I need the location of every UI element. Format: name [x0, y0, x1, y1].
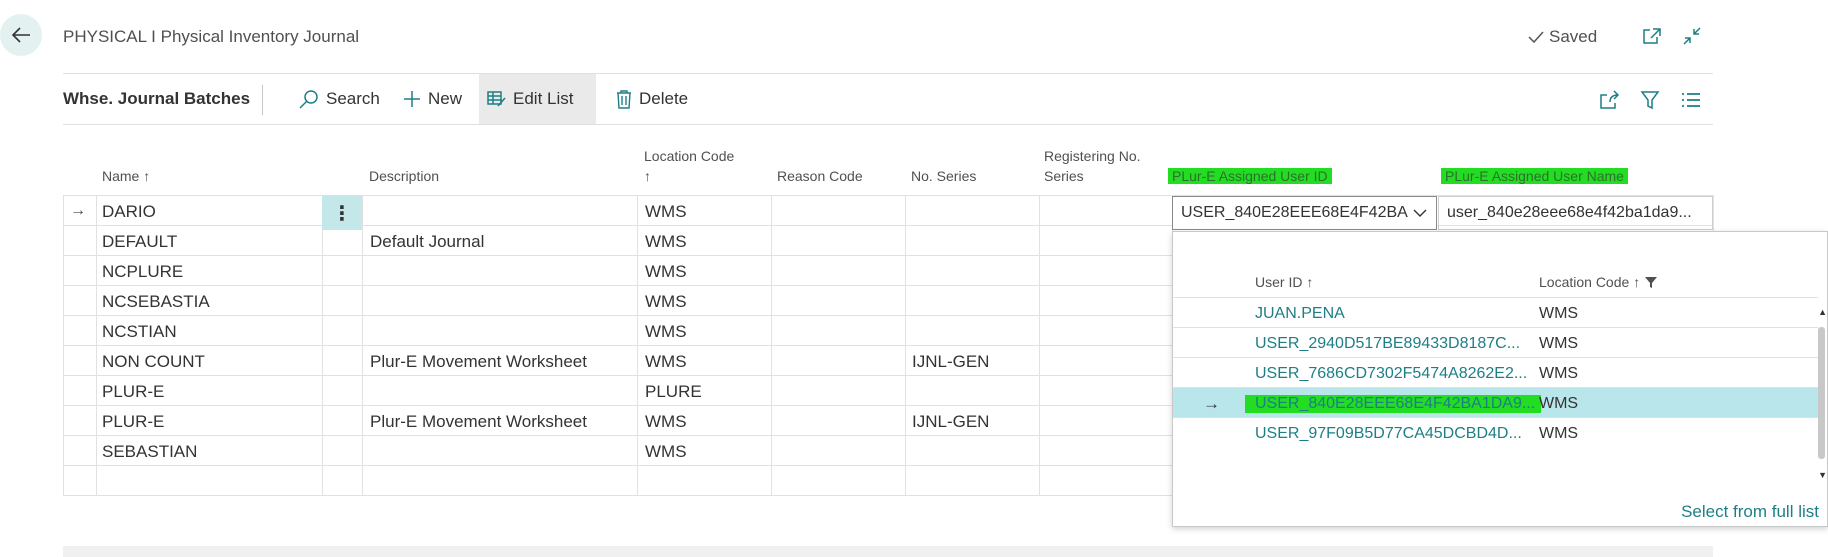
dropdown-list-item[interactable]: USER_97F09B5D77CA45DCBD4D... WMS	[1173, 417, 1818, 447]
dropdown-list-item[interactable]: USER_2940D517BE89433D8187C... WMS	[1173, 327, 1818, 357]
cell-name[interactable]: NCSTIAN	[102, 322, 177, 342]
back-button[interactable]	[0, 14, 42, 56]
cell-name[interactable]: PLUR-E	[102, 412, 164, 432]
cell-description: Plur-E Movement Worksheet	[370, 352, 587, 371]
dropdown-user-id-link[interactable]: JUAN.PENA	[1255, 305, 1345, 323]
dd-col-header-location-code[interactable]: Location Code ↑	[1539, 274, 1658, 290]
assigned-user-name-value: user_840e28eee68e4f42ba1da9...	[1447, 204, 1692, 221]
plus-icon	[404, 91, 420, 107]
edit-list-label: Edit List	[513, 89, 574, 108]
search-label: Search	[326, 89, 380, 108]
assigned-user-id-field[interactable]: USER_840E28EEE68E4F42BA	[1172, 196, 1437, 230]
dropdown-user-id-link[interactable]: USER_7686CD7302F5474A8262E2...	[1255, 365, 1527, 383]
cell-location: WMS	[645, 292, 687, 311]
horizontal-scrollbar[interactable]	[63, 546, 1713, 557]
dropdown-list-item[interactable]: USER_7686CD7302F5474A8262E2... WMS	[1173, 357, 1818, 387]
dropdown-location-code: WMS	[1539, 305, 1579, 322]
assigned-user-id-value: USER_840E28EEE68E4F42BA	[1181, 204, 1408, 221]
saved-label: Saved	[1549, 27, 1598, 46]
page-title: PHYSICAL I Physical Inventory Journal	[63, 27, 360, 46]
toolbar-separator	[262, 85, 263, 115]
toolbar-divider	[63, 124, 1713, 125]
new-label: New	[428, 89, 463, 108]
back-arrow-icon	[11, 27, 30, 43]
grid-col-line	[905, 195, 906, 495]
selected-row-arrow-icon: →	[1203, 394, 1220, 413]
cell-location: WMS	[645, 232, 687, 251]
col-header-description[interactable]: Description	[369, 166, 439, 186]
grid-col-line	[637, 195, 638, 495]
dropdown-location-code: WMS	[1539, 425, 1579, 442]
new-button[interactable]: New	[394, 74, 470, 124]
col-header-registering-no-series[interactable]: Registering No. Series	[1044, 146, 1154, 186]
row-actions-button[interactable]: ⋮	[322, 196, 362, 230]
dropdown-list-item[interactable]: JUAN.PENA WMS	[1173, 297, 1818, 327]
dropdown-list-item[interactable]: → USER_840E28EEE68E4F42BA1DA9... WMS	[1173, 387, 1818, 417]
toolbar-title: Whse. Journal Batches	[63, 89, 251, 108]
col-header-name[interactable]: Name ↑	[102, 166, 150, 186]
grid-col-line	[63, 195, 64, 495]
col-header-no-series[interactable]: No. Series	[911, 166, 976, 186]
grid-col-line	[96, 195, 97, 495]
trash-icon	[617, 90, 631, 109]
grid-col-line	[362, 195, 363, 495]
open-new-window-icon[interactable]	[1640, 24, 1664, 48]
edit-list-icon	[487, 91, 506, 107]
dd-col-header-user-id[interactable]: User ID ↑	[1255, 274, 1313, 290]
grid-col-line	[771, 195, 772, 495]
cell-name[interactable]: NCSEBASTIA	[102, 292, 210, 312]
delete-label: Delete	[639, 89, 689, 108]
dropdown-user-id-link[interactable]: USER_2940D517BE89433D8187C...	[1255, 335, 1520, 353]
scroll-down-icon[interactable]: ▼	[1818, 470, 1827, 480]
cell-name[interactable]: SEBASTIAN	[102, 442, 197, 462]
cell-no-series: IJNL-GEN	[912, 352, 990, 371]
dropdown-location-code: WMS	[1539, 395, 1579, 412]
cell-name[interactable]: PLUR-E	[102, 382, 164, 402]
cell-name[interactable]: NCPLURE	[102, 262, 183, 282]
col-header-assigned-user-id[interactable]: PLur-E Assigned User ID	[1168, 166, 1332, 186]
col-header-reason-code[interactable]: Reason Code	[777, 166, 863, 186]
cell-location: WMS	[645, 352, 687, 371]
cell-location: WMS	[645, 412, 687, 431]
saved-status: Saved	[1527, 27, 1597, 47]
dropdown-user-id-link[interactable]: USER_97F09B5D77CA45DCBD4D...	[1255, 425, 1522, 443]
dropdown-user-id-link[interactable]: USER_840E28EEE68E4F42BA1DA9...	[1245, 395, 1542, 413]
search-icon	[299, 90, 318, 109]
user-lookup-dropdown: User ID ↑ Location Code ↑ JUAN.PENA WMS US…	[1172, 231, 1828, 527]
cell-description: Default Journal	[370, 232, 485, 251]
search-button[interactable]: Search	[290, 74, 388, 124]
filter-applied-icon	[1645, 276, 1658, 288]
cell-name[interactable]: DARIO	[102, 202, 156, 222]
cell-location: PLURE	[645, 382, 702, 401]
delete-button[interactable]: Delete	[607, 74, 696, 124]
cell-location: WMS	[645, 442, 687, 461]
collapse-icon[interactable]	[1680, 24, 1704, 48]
edit-list-button[interactable]: Edit List	[479, 74, 596, 124]
filter-icon[interactable]	[1638, 88, 1662, 112]
cell-location: WMS	[645, 262, 687, 281]
scroll-up-icon[interactable]: ▲	[1818, 307, 1827, 317]
cell-description: Plur-E Movement Worksheet	[370, 412, 587, 431]
assigned-user-name-field[interactable]: user_840e28eee68e4f42ba1da9...	[1438, 196, 1713, 230]
dropdown-location-code: WMS	[1539, 365, 1579, 382]
dropdown-scrollbar[interactable]	[1818, 327, 1825, 459]
cell-no-series: IJNL-GEN	[912, 412, 990, 431]
col-header-location-code[interactable]: Location Code ↑	[644, 146, 754, 186]
current-row-arrow-icon: →	[70, 202, 86, 219]
grid-col-line	[1039, 195, 1040, 495]
cell-name[interactable]: NON COUNT	[102, 352, 205, 372]
cell-location: WMS	[645, 322, 687, 341]
grid-col-line	[322, 195, 323, 495]
checkmark-icon	[1528, 31, 1544, 44]
share-icon[interactable]	[1598, 88, 1622, 112]
col-header-assigned-user-name[interactable]: PLur-E Assigned User Name	[1441, 166, 1628, 186]
list-view-icon[interactable]	[1679, 88, 1703, 112]
dropdown-location-code: WMS	[1539, 335, 1579, 352]
cell-name[interactable]: DEFAULT	[102, 232, 177, 252]
cell-location: WMS	[645, 202, 687, 221]
chevron-down-icon	[1413, 209, 1427, 217]
select-from-full-list-link[interactable]: Select from full list	[1681, 502, 1819, 522]
